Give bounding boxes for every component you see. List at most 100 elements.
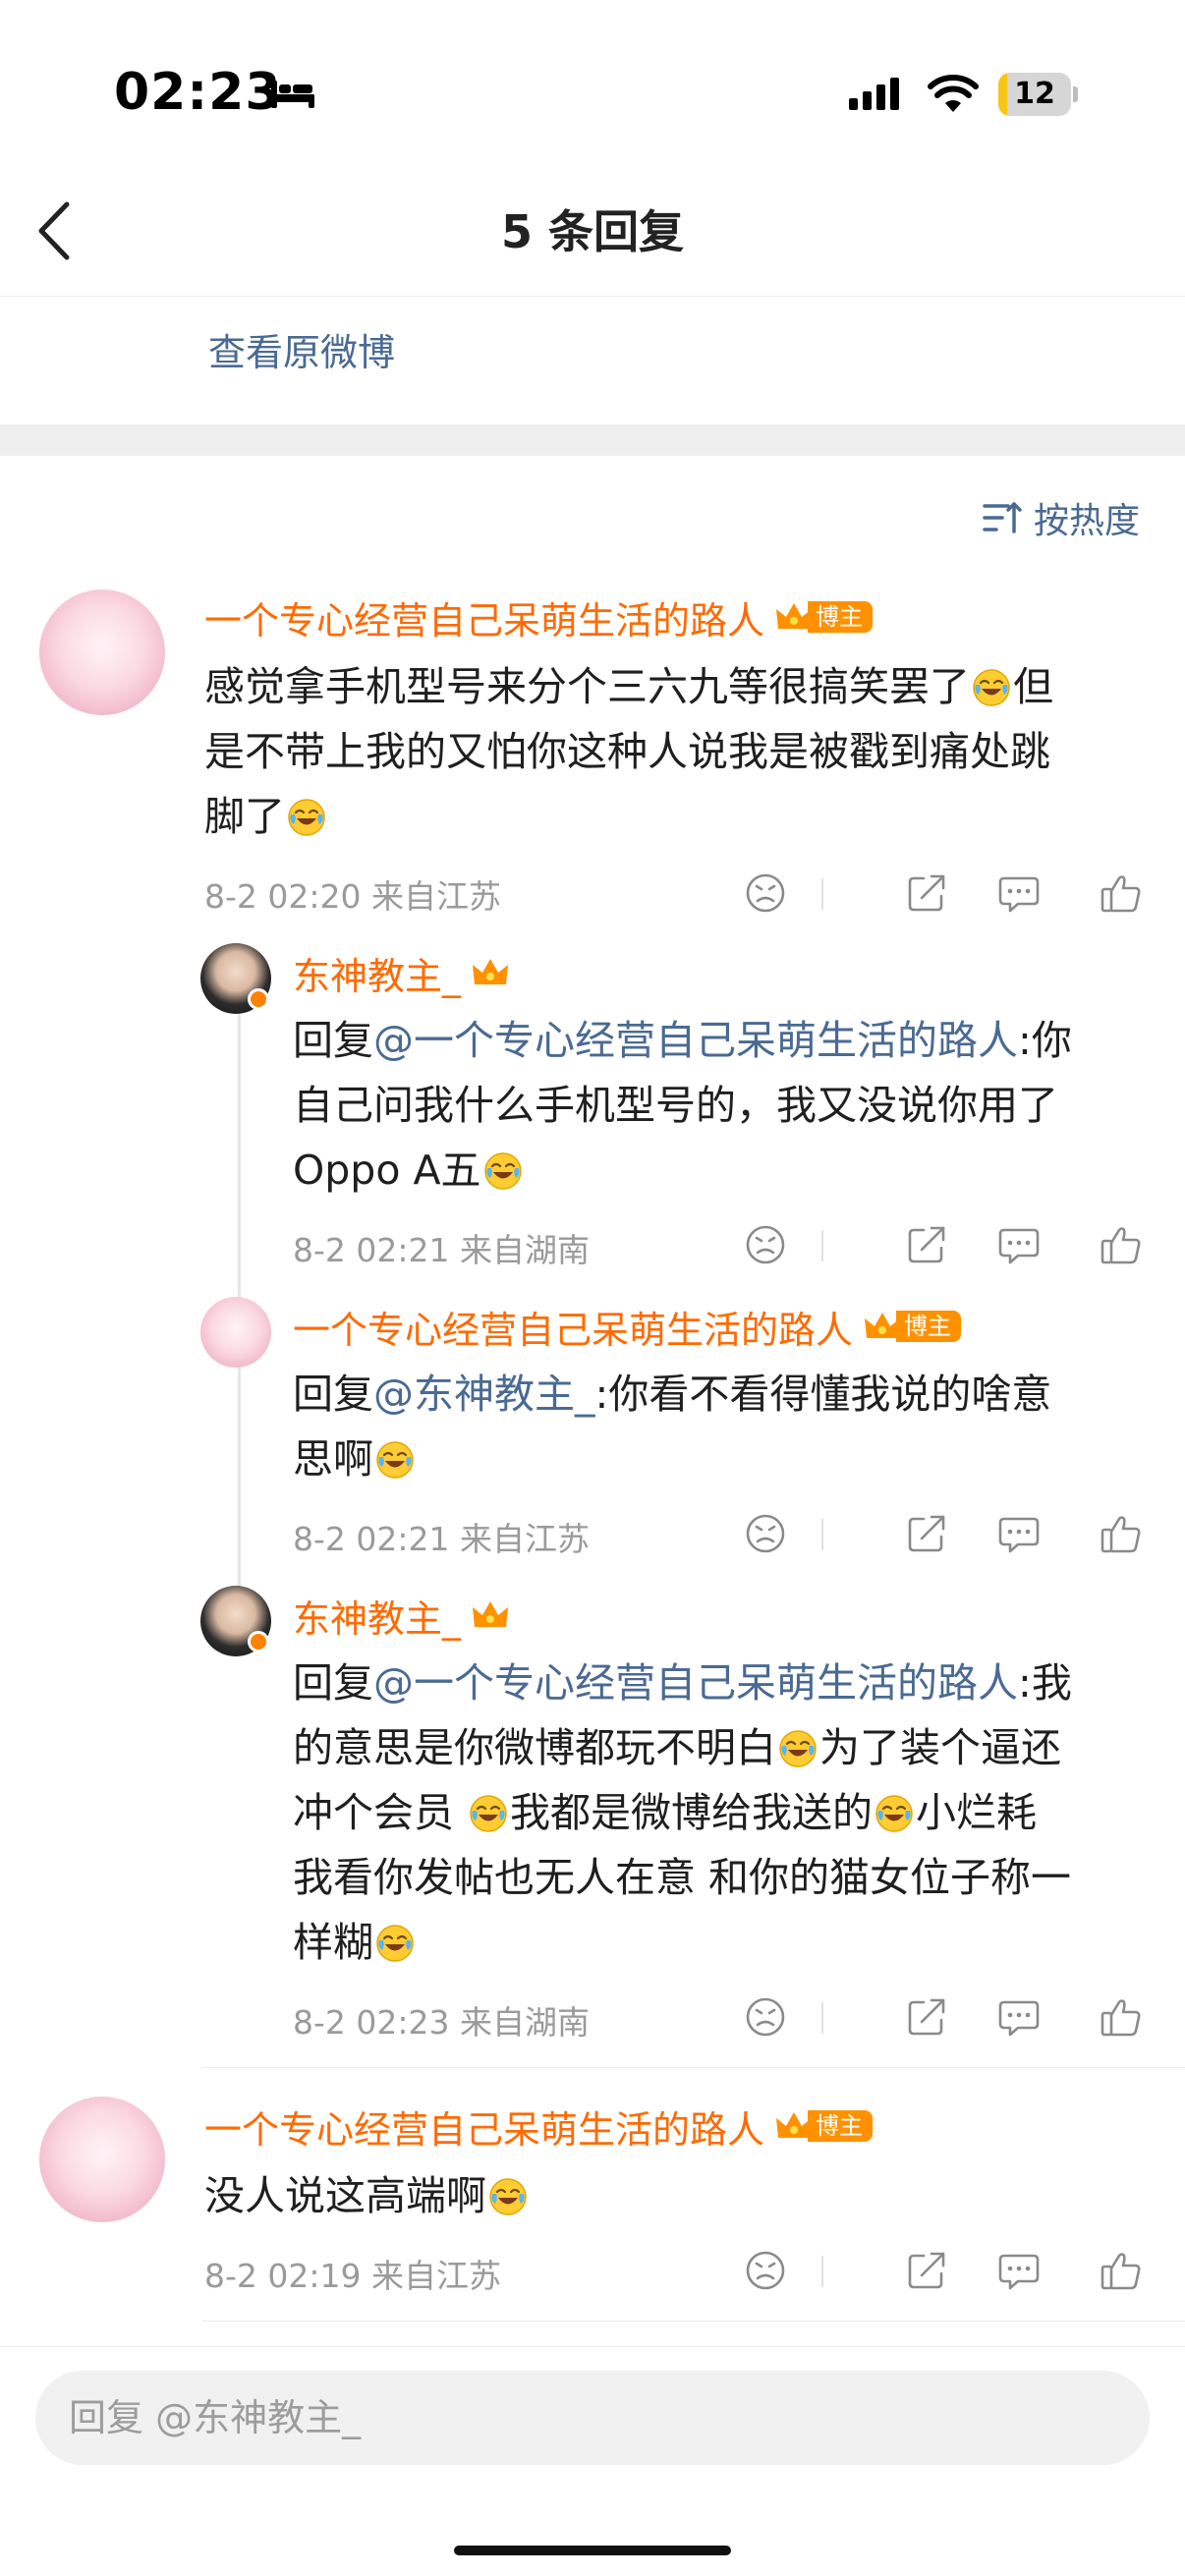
status-time: 02:23 [114,63,282,122]
comment-meta: 8-2 02:19 来自江苏 [204,2257,501,2295]
comment-text: 感觉拿手机型号来分个三六九等很搞笑罢了但 是不带上我的又怕你这种人说我是被戳到痛… [204,654,1157,849]
mention-link[interactable]: @一个专心经营自己呆萌生活的路人 [373,1017,1018,1064]
comment-username[interactable]: 东神教主_ [293,945,510,1000]
status-bar: 02:23 12 [0,0,1185,167]
share-icon[interactable] [904,1511,949,1556]
username-text[interactable]: 一个专心经营自己呆萌生活的路人 [293,1300,853,1354]
action-separator [821,1230,823,1261]
comment-icon[interactable] [996,1994,1042,2040]
share-icon[interactable] [904,1994,949,2040]
view-original-link[interactable]: 查看原微博 [208,322,395,376]
sort-label: 按热度 [1033,501,1140,541]
text-segment: Oppo A五 [293,1147,481,1194]
reply-input[interactable]: 回复 @东神教主_ [35,2371,1150,2465]
laugh-cry-emoji-icon [287,791,326,836]
avatar[interactable] [200,1297,271,1368]
verified-icon [248,1631,269,1652]
mention-link[interactable]: @东神教主_ [373,1371,595,1418]
text-segment: 我看你发帖也无人在意 和你的猫女位子称一 [293,1854,1072,1901]
mention-link[interactable]: @一个专心经营自己呆萌生活的路人 [373,1659,1018,1707]
comment-actions [743,1511,1185,1560]
row-divider [202,2321,1185,2322]
comment-icon[interactable] [996,1222,1042,1267]
comment-username[interactable]: 东神教主_ [293,1588,510,1643]
username-text[interactable]: 一个专心经营自己呆萌生活的路人 [204,590,764,644]
action-separator [821,2256,823,2287]
text-segment: :你 [1018,1017,1072,1064]
action-separator [821,878,823,910]
text-segment: :我 [1018,1659,1072,1707]
sort-button[interactable]: 按热度 [983,491,1140,544]
avatar[interactable] [39,589,165,715]
text-segment: 感觉拿手机型号来分个三六九等很搞笑罢了 [204,663,970,710]
comment-username[interactable]: 一个专心经营自己呆萌生活的路人 博主 [293,1299,962,1354]
text-segment: 脚了 [204,793,285,840]
text-segment: 样糊 [293,1919,373,1966]
bed-icon [271,81,314,108]
comment-actions [743,870,1185,920]
laugh-cry-emoji-icon [483,1145,523,1190]
reply-prefix: 回复 [293,1371,373,1418]
like-thumb-icon[interactable] [1099,870,1144,916]
crown-icon [473,959,509,984]
comment-actions [743,1222,1185,1271]
share-icon[interactable] [904,2248,949,2293]
dislike-face-icon[interactable] [743,1222,788,1267]
laugh-cry-emoji-icon [469,1787,508,1832]
text-segment: 思啊 [293,1435,373,1483]
reply-prefix: 回复 [293,1017,373,1064]
username-text[interactable]: 东神教主_ [293,946,461,1000]
like-thumb-icon[interactable] [1099,1222,1144,1267]
reply-prefix: 回复 [293,1659,373,1707]
like-thumb-icon[interactable] [1099,1994,1144,2040]
laugh-cry-emoji-icon [488,2170,528,2215]
author-badge: 博主 [863,1309,962,1344]
verified-icon [248,988,269,1010]
username-text[interactable]: 一个专心经营自己呆萌生活的路人 [204,2100,764,2154]
avatar[interactable] [39,2097,165,2222]
comment-icon[interactable] [996,1511,1042,1556]
battery-icon: 12 [998,73,1078,116]
cellular-signal-icon [849,78,899,110]
author-badge: 博主 [774,2108,874,2144]
page-title: 5 条回复 [500,205,685,258]
comment-meta: 8-2 02:21 来自湖南 [293,1231,590,1269]
section-divider [0,424,1185,456]
share-icon[interactable] [904,870,949,916]
dislike-face-icon[interactable] [743,2248,788,2293]
laugh-cry-emoji-icon [375,1433,415,1479]
dislike-face-icon[interactable] [743,1511,788,1556]
text-segment: 的意思是你微博都玩不明白 [293,1724,776,1771]
badge-label: 博主 [808,2110,874,2142]
author-badge: 博主 [774,599,874,635]
comment-username[interactable]: 一个专心经营自己呆萌生活的路人 博主 [204,589,874,644]
share-icon[interactable] [904,1222,949,1267]
comment-text: 没人说这高端啊 [204,2163,1148,2228]
text-segment: 小烂耗 [916,1789,1038,1836]
username-text[interactable]: 东神教主_ [293,1589,461,1643]
comment-username[interactable]: 一个专心经营自己呆萌生活的路人 博主 [204,2099,874,2154]
text-segment: 是不带上我的又怕你这种人说我是被戳到痛处跳 [204,728,1050,775]
wifi-icon [928,75,979,112]
like-thumb-icon[interactable] [1099,2248,1144,2293]
comment-icon[interactable] [996,2248,1042,2293]
laugh-cry-emoji-icon [778,1722,818,1767]
dislike-face-icon[interactable] [743,870,788,916]
comment-text: 回复@一个专心经营自己呆萌生活的路人:我 的意思是你微博都玩不明白 为了装个逼还 … [293,1651,1167,1975]
text-segment: 没人说这高端啊 [204,2172,486,2219]
nav-header: 5 条回复 [0,167,1185,297]
comment-text: 回复@东神教主_:你看不看得懂我说的啥意 思啊 [293,1362,1157,1491]
home-indicator [454,2546,731,2555]
like-thumb-icon[interactable] [1099,1511,1144,1556]
text-segment: 但 [1013,663,1053,710]
badge-label: 博主 [808,601,874,633]
comment-actions [743,2248,1185,2297]
text-segment: :你看不看得懂我说的啥意 [594,1371,1052,1418]
chevron-left-icon[interactable] [28,196,86,265]
text-segment: 自己问我什么手机型号的，我又没说你用了 [293,1082,1058,1129]
dislike-face-icon[interactable] [743,1994,788,2040]
text-segment: 我都是微博给我送的 [510,1789,874,1836]
comment-meta: 8-2 02:20 来自江苏 [204,877,501,916]
laugh-cry-emoji-icon [972,661,1011,706]
comment-icon[interactable] [996,870,1042,916]
